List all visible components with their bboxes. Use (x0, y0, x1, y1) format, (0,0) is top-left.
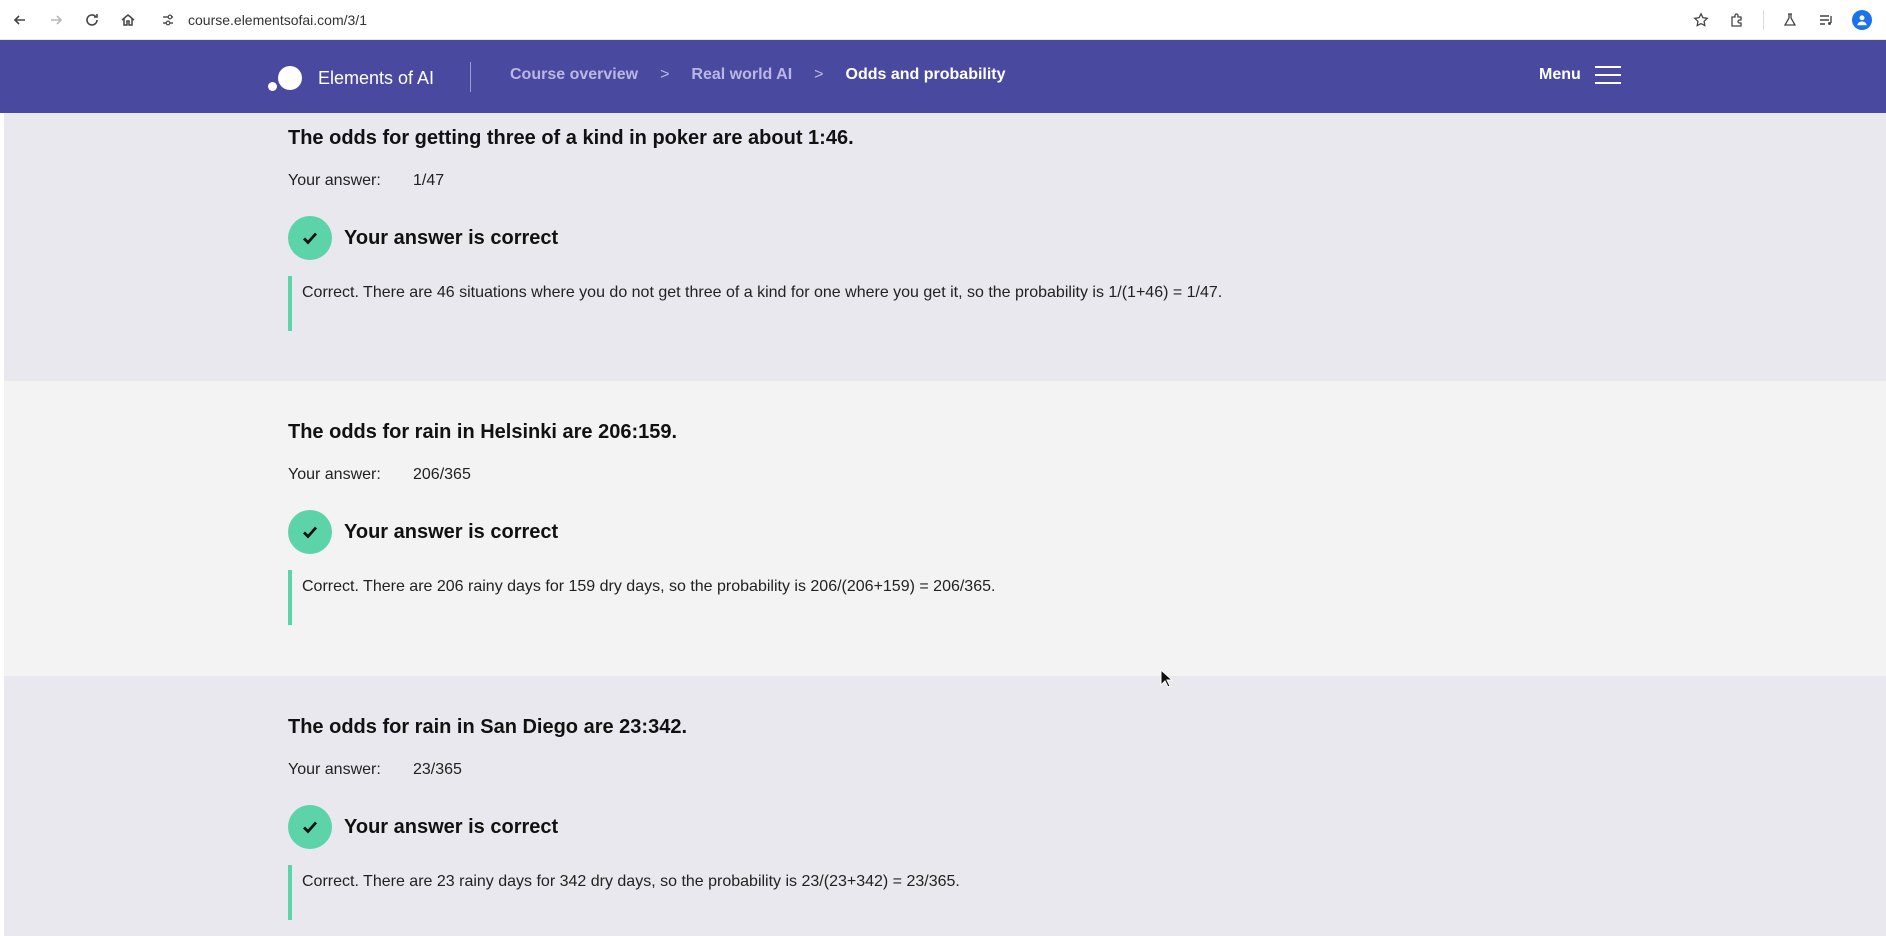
profile-avatar-icon[interactable] (1852, 10, 1872, 30)
answer-value: 23/365 (413, 761, 462, 778)
answer-label: Your answer: (288, 761, 381, 778)
answer-label: Your answer: (288, 172, 381, 189)
reload-button[interactable] (74, 4, 110, 36)
result-status: Your answer is correct (288, 510, 995, 554)
extensions-icon[interactable] (1727, 10, 1747, 30)
menu-label: Menu (1539, 66, 1581, 83)
browser-toolbar: course.elementsofai.com/3/1 (0, 0, 1886, 40)
result-status: Your answer is correct (288, 216, 1222, 260)
breadcrumb: Course overview > Real world AI > Odds a… (510, 66, 1006, 84)
logo-mark-icon (268, 64, 304, 92)
explanation-text: Correct. There are 23 rainy days for 342… (288, 865, 960, 920)
answer-value: 206/365 (413, 466, 471, 483)
question-section: The odds for getting three of a kind in … (4, 113, 1886, 381)
arrow-left-icon (13, 14, 25, 25)
checkmark-icon (288, 510, 332, 554)
back-button[interactable] (2, 4, 38, 36)
header-divider (470, 62, 471, 92)
url-text[interactable]: course.elementsofai.com/3/1 (188, 12, 367, 28)
question-section: The odds for rain in Helsinki are 206:15… (4, 381, 1886, 676)
answer-value: 1/47 (413, 172, 445, 189)
result-text: Your answer is correct (344, 815, 559, 838)
logo-text: Elements of AI (318, 67, 435, 88)
chevron-right-icon: > (814, 66, 824, 83)
checkmark-icon (288, 216, 332, 260)
result-text: Your answer is correct (344, 520, 559, 543)
site-logo[interactable]: Elements of AI (268, 64, 434, 92)
forward-button[interactable] (38, 4, 74, 36)
question-text: The odds for rain in San Diego are 23:34… (288, 716, 687, 738)
answer-label: Your answer: (288, 466, 381, 483)
address-bar[interactable]: course.elementsofai.com/3/1 (160, 0, 367, 40)
home-icon (121, 13, 135, 26)
question-section: The odds for rain in San Diego are 23:34… (4, 676, 1886, 936)
breadcrumb-real-world-ai[interactable]: Real world AI (691, 66, 792, 84)
explanation-text: Correct. There are 46 situations where y… (288, 276, 1222, 331)
hamburger-menu-icon (1594, 66, 1621, 84)
reload-icon (86, 13, 98, 26)
result-status: Your answer is correct (288, 805, 960, 849)
checkmark-icon (288, 805, 332, 849)
home-button[interactable] (110, 4, 146, 36)
menu-button[interactable]: Menu (1539, 66, 1621, 84)
breadcrumb-current-page: Odds and probability (845, 66, 1006, 83)
media-queue-icon[interactable] (1816, 10, 1836, 30)
explanation-text: Correct. There are 206 rainy days for 15… (288, 570, 995, 625)
chevron-right-icon: > (660, 66, 670, 83)
question-text: The odds for rain in Helsinki are 206:15… (288, 421, 678, 443)
mouse-cursor-icon (1160, 669, 1174, 688)
arrow-right-icon (51, 14, 63, 25)
bookmark-star-icon[interactable] (1691, 10, 1711, 30)
site-info-icon[interactable] (160, 12, 176, 28)
breadcrumb-course-overview[interactable]: Course overview (510, 66, 638, 84)
site-header: Elements of AI Course overview > Real wo… (0, 40, 1886, 113)
result-text: Your answer is correct (344, 226, 559, 249)
question-text: The odds for getting three of a kind in … (288, 127, 854, 149)
toolbar-divider (1763, 10, 1764, 30)
labs-flask-icon[interactable] (1780, 10, 1800, 30)
